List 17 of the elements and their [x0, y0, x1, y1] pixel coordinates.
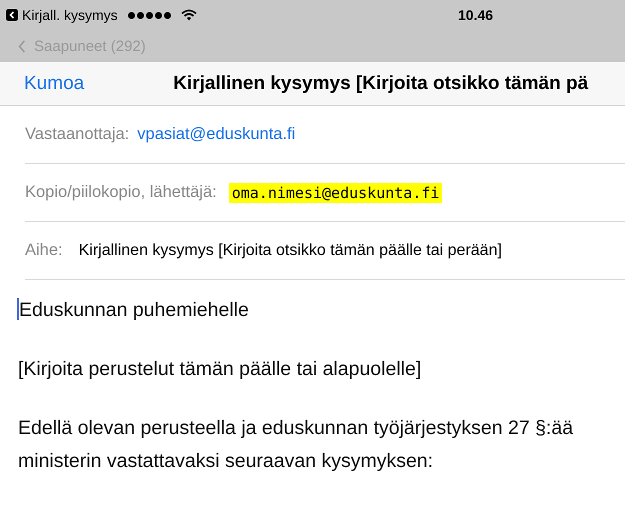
- body-paragraph: [Kirjoita perustelut tämän päälle tai alapuolelle]: [18, 357, 422, 382]
- highlighted-address[interactable]: oma.nimesi@eduskunta.fi: [228, 182, 442, 202]
- field-label: Vastaanottaja:: [25, 125, 130, 144]
- cancel-button[interactable]: Kumoa: [0, 72, 84, 94]
- signal-dots-icon: [128, 12, 171, 18]
- status-time: 10.46: [458, 7, 494, 23]
- compose-title: Kirjallinen kysymys [Kirjoita otsikko tämän pä: [173, 72, 588, 94]
- subject-field[interactable]: Kirjallinen kysymys [Kirjoita otsikko tämän päälle tai perään]: [78, 242, 502, 260]
- field-label: Aihe:: [25, 241, 63, 260]
- text-cursor-icon: [17, 298, 19, 320]
- recipient-address[interactable]: vpasiat@eduskunta.fi: [137, 125, 296, 144]
- wifi-icon: [180, 9, 197, 21]
- back-chevron-icon: [6, 9, 18, 21]
- field-label: Kopio/piilokopio, lähettäjä:: [25, 183, 217, 202]
- back-chevron-icon: [18, 40, 26, 52]
- body-paragraph: Edellä olevan perusteella ja eduskunnan työjärjestyksen 27 §:ää ministerin vastattavaksi seuraavan kysymyksen:: [18, 416, 574, 474]
- body-paragraph: Eduskunnan puhemiehelle: [19, 298, 249, 323]
